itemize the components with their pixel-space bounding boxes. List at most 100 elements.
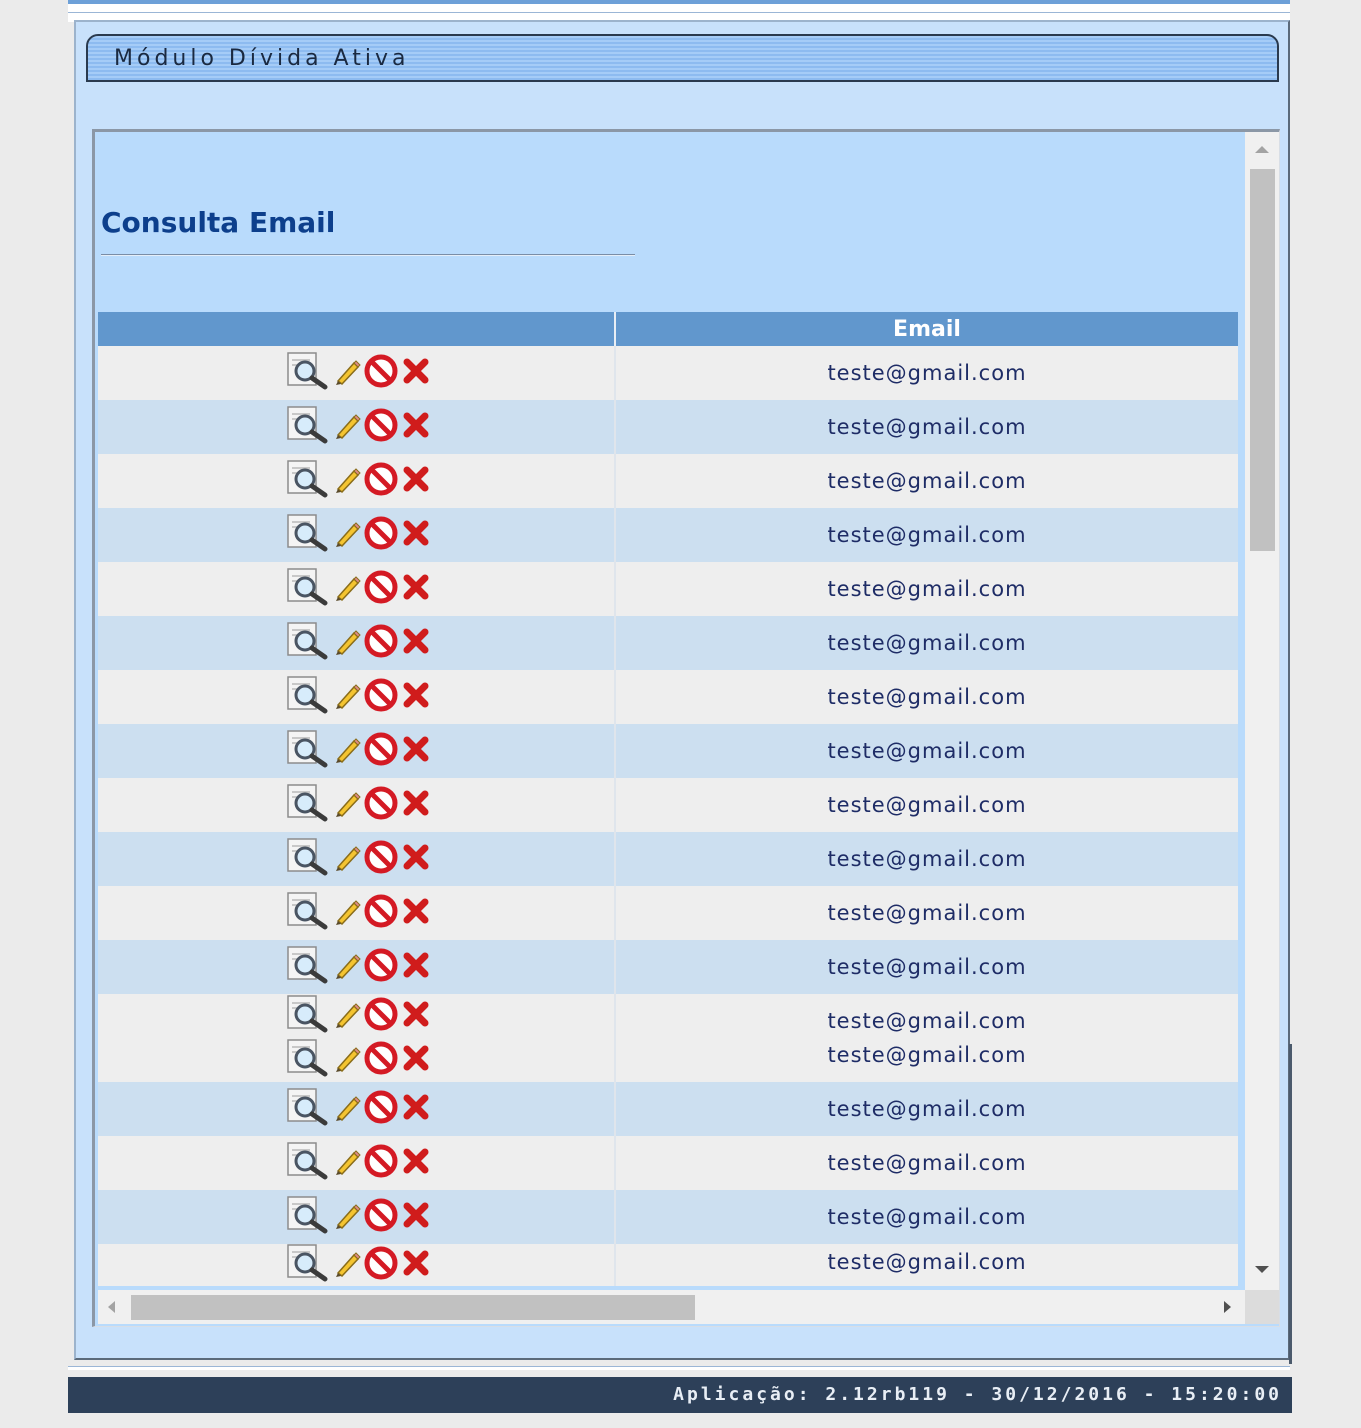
edit-icon[interactable] <box>332 1092 362 1126</box>
edit-icon[interactable] <box>332 999 362 1033</box>
view-icon[interactable] <box>286 568 330 610</box>
block-icon[interactable] <box>364 516 398 554</box>
table-row: teste@gmail.com teste@gmail.com <box>98 994 1238 1082</box>
view-icon[interactable] <box>286 784 330 826</box>
horizontal-scrollbar[interactable] <box>98 1290 1245 1324</box>
edit-icon[interactable] <box>332 518 362 552</box>
block-icon[interactable] <box>364 840 398 878</box>
view-icon[interactable] <box>286 1196 330 1238</box>
column-header-email[interactable]: Email <box>615 312 1238 346</box>
block-icon[interactable] <box>364 1090 398 1128</box>
block-icon[interactable] <box>364 354 398 392</box>
block-icon[interactable] <box>364 948 398 986</box>
block-icon[interactable] <box>364 732 398 770</box>
delete-icon[interactable] <box>400 949 432 985</box>
delete-icon[interactable] <box>400 998 432 1034</box>
edit-icon[interactable] <box>332 572 362 606</box>
email-value: teste@gmail.com <box>827 847 1027 871</box>
delete-icon[interactable] <box>400 409 432 445</box>
delete-icon[interactable] <box>400 1145 432 1181</box>
view-icon[interactable] <box>286 676 330 718</box>
edit-icon[interactable] <box>332 680 362 714</box>
table-row: teste@gmail.com <box>98 1082 1238 1136</box>
delete-icon[interactable] <box>400 679 432 715</box>
delete-icon[interactable] <box>400 1042 432 1078</box>
delete-icon[interactable] <box>400 1247 432 1283</box>
block-icon[interactable] <box>364 408 398 446</box>
view-icon[interactable] <box>286 1244 330 1286</box>
delete-icon[interactable] <box>400 517 432 553</box>
footer-divider <box>68 1366 1290 1370</box>
edit-icon[interactable] <box>332 464 362 498</box>
edit-icon[interactable] <box>332 626 362 660</box>
email-cell: teste@gmail.com <box>615 1136 1238 1190</box>
email-cell: teste@gmail.com teste@gmail.com <box>615 994 1238 1082</box>
delete-icon[interactable] <box>400 1091 432 1127</box>
delete-icon[interactable] <box>400 571 432 607</box>
edit-icon[interactable] <box>332 410 362 444</box>
scroll-left-arrow-icon[interactable] <box>108 1301 115 1313</box>
view-icon[interactable] <box>286 514 330 556</box>
table-header-row: Email <box>98 312 1238 346</box>
scroll-down-arrow-icon[interactable] <box>1255 1266 1269 1273</box>
delete-icon[interactable] <box>400 733 432 769</box>
email-table: Email teste@gmail.com teste@gmail.com test… <box>98 312 1238 1286</box>
email-value: teste@gmail.com <box>827 469 1027 493</box>
edit-icon[interactable] <box>332 356 362 390</box>
vertical-scroll-thumb[interactable] <box>1250 169 1275 551</box>
table-row: teste@gmail.com <box>98 724 1238 778</box>
edit-icon[interactable] <box>332 1200 362 1234</box>
actions-cell <box>98 562 616 616</box>
delete-icon[interactable] <box>400 463 432 499</box>
view-icon[interactable] <box>286 838 330 880</box>
scroll-right-arrow-icon[interactable] <box>1224 1301 1231 1313</box>
block-icon[interactable] <box>364 1041 398 1079</box>
delete-icon[interactable] <box>400 787 432 823</box>
block-icon[interactable] <box>364 1198 398 1236</box>
delete-icon[interactable] <box>400 841 432 877</box>
block-icon[interactable] <box>364 570 398 608</box>
view-icon[interactable] <box>286 352 330 394</box>
view-icon[interactable] <box>286 1039 330 1081</box>
block-icon[interactable] <box>364 678 398 716</box>
delete-icon[interactable] <box>400 895 432 931</box>
view-icon[interactable] <box>286 995 330 1037</box>
view-icon[interactable] <box>286 460 330 502</box>
block-icon[interactable] <box>364 1246 398 1284</box>
content-frame: Consulta Email Email teste@gmail.com test… <box>92 129 1280 1327</box>
row-actions <box>286 784 432 826</box>
block-icon[interactable] <box>364 997 398 1035</box>
edit-icon[interactable] <box>332 896 362 930</box>
block-icon[interactable] <box>364 894 398 932</box>
actions-cell <box>98 616 616 670</box>
delete-icon[interactable] <box>400 1199 432 1235</box>
table-row: teste@gmail.com <box>98 940 1238 994</box>
delete-icon[interactable] <box>400 355 432 391</box>
view-icon[interactable] <box>286 622 330 664</box>
vertical-scrollbar[interactable] <box>1245 132 1279 1290</box>
edit-icon[interactable] <box>332 1043 362 1077</box>
actions-cell <box>98 994 616 1082</box>
view-icon[interactable] <box>286 1142 330 1184</box>
block-icon[interactable] <box>364 786 398 824</box>
table-row: teste@gmail.com <box>98 400 1238 454</box>
block-icon[interactable] <box>364 624 398 662</box>
scroll-up-arrow-icon[interactable] <box>1255 146 1269 153</box>
view-icon[interactable] <box>286 946 330 988</box>
edit-icon[interactable] <box>332 842 362 876</box>
row-actions <box>286 676 432 718</box>
view-icon[interactable] <box>286 406 330 448</box>
block-icon[interactable] <box>364 1144 398 1182</box>
edit-icon[interactable] <box>332 734 362 768</box>
edit-icon[interactable] <box>332 950 362 984</box>
view-icon[interactable] <box>286 892 330 934</box>
email-value: teste@gmail.com <box>827 739 1027 763</box>
edit-icon[interactable] <box>332 1248 362 1282</box>
horizontal-scroll-thumb[interactable] <box>131 1295 695 1320</box>
edit-icon[interactable] <box>332 1146 362 1180</box>
delete-icon[interactable] <box>400 625 432 661</box>
block-icon[interactable] <box>364 462 398 500</box>
view-icon[interactable] <box>286 1088 330 1130</box>
edit-icon[interactable] <box>332 788 362 822</box>
view-icon[interactable] <box>286 730 330 772</box>
